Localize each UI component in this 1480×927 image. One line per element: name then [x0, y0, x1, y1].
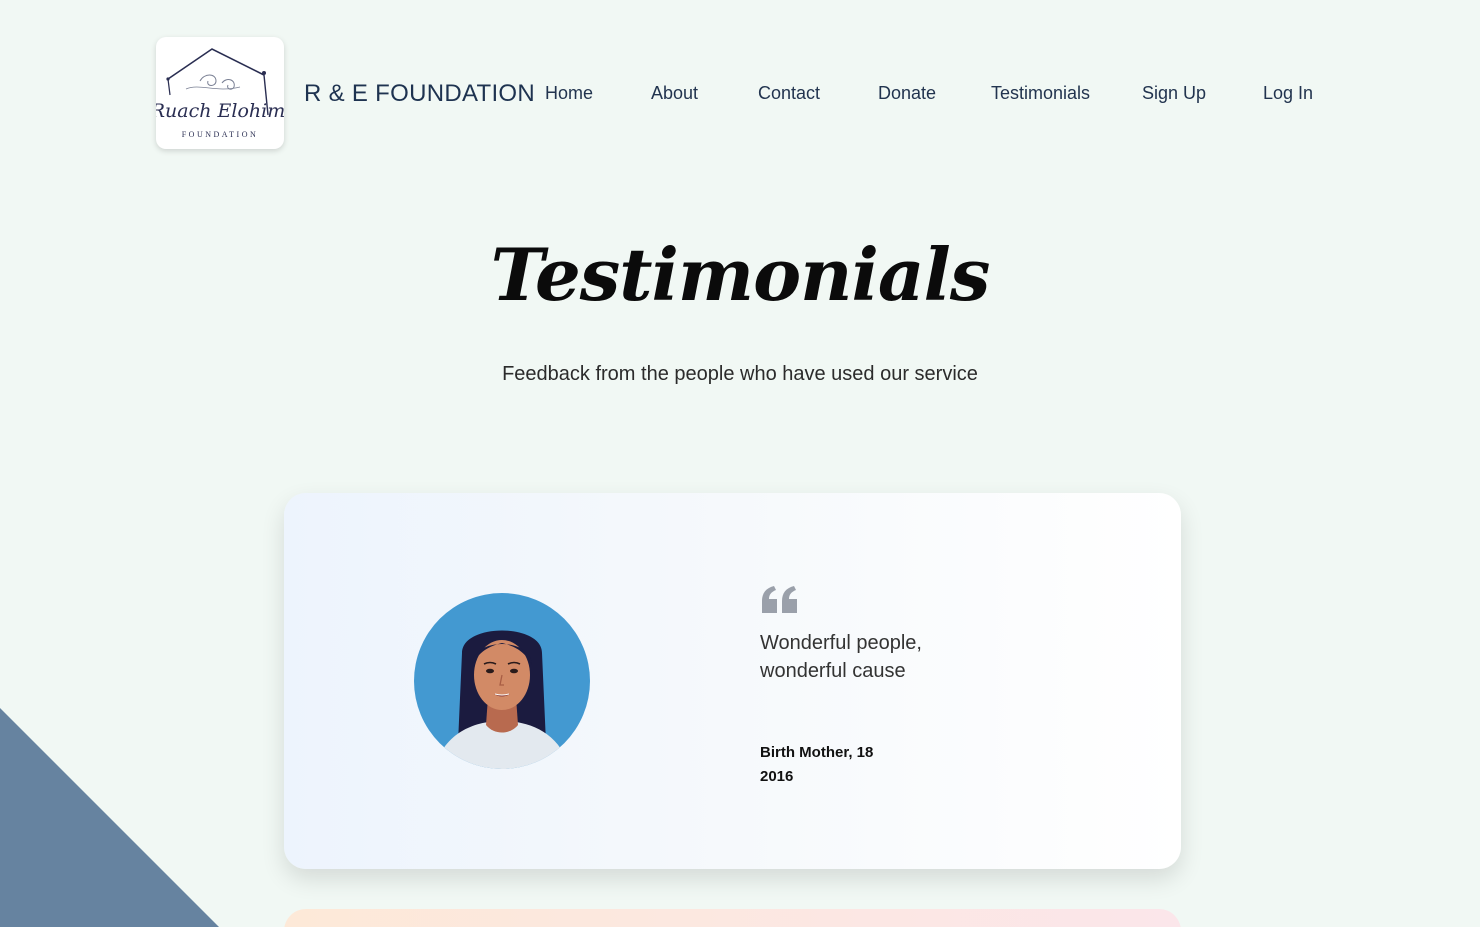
nav-sign-up[interactable]: Sign Up	[1142, 83, 1206, 104]
nav-log-in[interactable]: Log In	[1263, 83, 1313, 104]
svg-text:FOUNDATION: FOUNDATION	[182, 130, 259, 139]
woman-avatar-icon	[414, 593, 590, 769]
page-subtitle: Feedback from the people who have used o…	[502, 363, 978, 385]
page: Ruach Elohim FOUNDATION R & E FOUNDATION…	[0, 0, 1480, 927]
nav-testimonials[interactable]: Testimonials	[991, 83, 1090, 104]
testimonial-card: Wonderful people, wonderful cause Birth …	[284, 493, 1181, 869]
corner-decoration	[0, 708, 220, 927]
nav-home[interactable]: Home	[545, 83, 593, 104]
svg-text:Ruach Elohim: Ruach Elohim	[156, 100, 284, 122]
nav-donate[interactable]: Donate	[878, 83, 936, 104]
quote-icon	[762, 586, 797, 613]
testimonial-author: Birth Mother, 18	[760, 744, 874, 761]
brand-name[interactable]: R & E FOUNDATION	[304, 80, 535, 108]
nav-contact[interactable]: Contact	[758, 83, 820, 104]
house-logo-icon: Ruach Elohim FOUNDATION	[156, 48, 284, 139]
page-title: Testimonials	[490, 232, 991, 317]
nav-about[interactable]: About	[651, 83, 698, 104]
testimonial-quote: Wonderful people, wonderful cause	[760, 632, 922, 682]
logo[interactable]: Ruach Elohim FOUNDATION	[156, 37, 284, 149]
next-testimonial-card	[284, 909, 1181, 927]
testimonial-year: 2016	[760, 768, 794, 785]
